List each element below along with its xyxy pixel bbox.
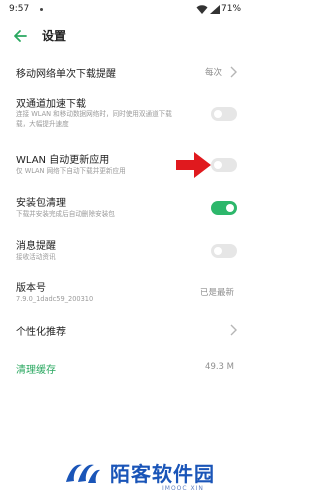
header: 设置 (0, 22, 250, 50)
watermark: 陌客软件园 IMOOC XIN (62, 455, 242, 495)
package-cleanup-title: 安装包清理 (16, 198, 66, 209)
version-number: 7.9.0_1dadc59_200310 (16, 295, 94, 303)
message-reminder-subtitle: 接收活动资讯 (16, 253, 56, 261)
watermark-logo-icon (66, 464, 100, 483)
watermark-text: 陌客软件园 (110, 462, 215, 486)
dual-channel-subtitle-line2: 载，大幅提升速度 (16, 120, 69, 128)
dual-channel-toggle[interactable] (211, 107, 237, 121)
clear-cache-size: 49.3 M (205, 362, 234, 372)
version-row: 版本号 7.9.0_1dadc59_200310 已是最新 (0, 279, 250, 309)
status-bar: 9:57 71% (0, 0, 250, 20)
watermark-subtext: IMOOC XIN (162, 485, 204, 492)
personalized-row[interactable]: 个性化推荐 (0, 320, 250, 344)
chevron-right-icon (229, 324, 237, 336)
dual-channel-title: 双通道加速下载 (16, 99, 86, 110)
package-cleanup-subtitle: 下载并安装完成后自动删除安装包 (16, 210, 115, 218)
download-reminder-value: 每次 (204, 68, 222, 78)
message-reminder-row: 消息提醒 接收活动资讯 (0, 237, 250, 267)
toggle-knob (226, 204, 234, 212)
dual-channel-row: 双通道加速下载 连接 WLAN 和移动数据网络时，同时使用双通道下载 载，大幅提… (0, 95, 250, 135)
wlan-auto-update-toggle[interactable] (211, 158, 237, 172)
message-reminder-title: 消息提醒 (16, 241, 56, 252)
toggle-knob (214, 110, 222, 118)
download-reminder-row[interactable]: 移动网络单次下载提醒 每次 (0, 60, 250, 84)
wlan-auto-update-subtitle: 仅 WLAN 网络下自动下载并更新应用 (16, 167, 126, 175)
version-status: 已是最新 (199, 288, 234, 298)
page-title: 设置 (42, 29, 67, 43)
wifi-icon (196, 5, 208, 14)
red-arrow-icon (176, 152, 211, 178)
status-time: 9:57 (9, 4, 30, 14)
battery-level: 71% (221, 4, 242, 14)
message-reminder-toggle[interactable] (211, 244, 237, 258)
signal-icon (210, 5, 220, 14)
clear-cache-row[interactable]: 清理缓存 49.3 M (0, 358, 250, 382)
clear-cache-title: 清理缓存 (16, 365, 56, 376)
download-reminder-title: 移动网络单次下载提醒 (16, 69, 116, 80)
wlan-auto-update-row: WLAN 自动更新应用 仅 WLAN 网络下自动下载并更新应用 (0, 151, 250, 181)
wlan-auto-update-title: WLAN 自动更新应用 (16, 155, 110, 166)
toggle-knob (214, 247, 222, 255)
chevron-right-icon (229, 66, 237, 78)
version-title: 版本号 (16, 283, 46, 294)
package-cleanup-toggle[interactable] (211, 201, 237, 215)
back-arrow-icon[interactable] (12, 28, 28, 44)
notification-dot-icon (40, 8, 43, 11)
package-cleanup-row: 安装包清理 下载并安装完成后自动删除安装包 (0, 194, 250, 224)
toggle-knob (214, 161, 222, 169)
dual-channel-subtitle-line1: 连接 WLAN 和移动数据网络时，同时使用双通道下载 (16, 110, 172, 118)
personalized-title: 个性化推荐 (16, 327, 66, 338)
